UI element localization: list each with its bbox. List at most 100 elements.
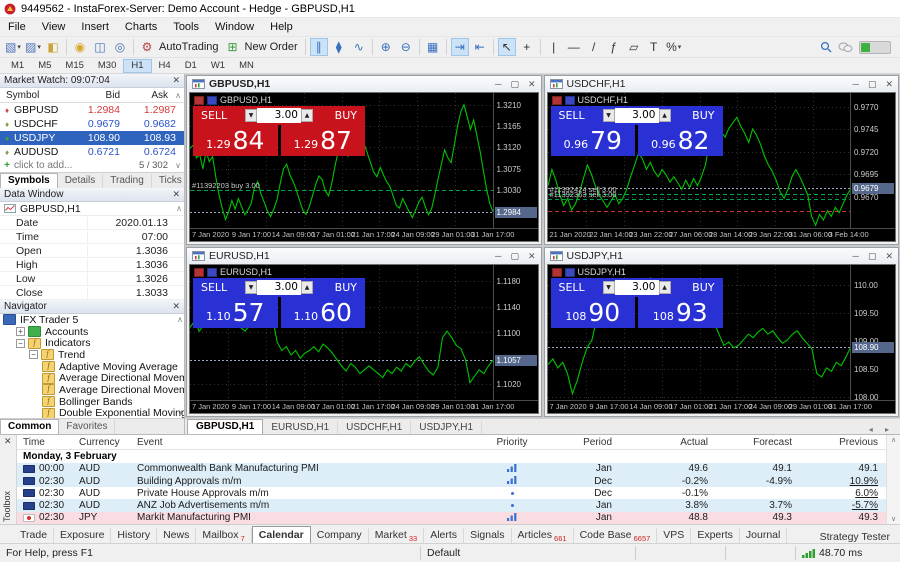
- calendar-event-row[interactable]: 02:30 AUD ANZ Job Advertisements m/m Jan 3.8…: [17, 499, 886, 512]
- new-chart-button[interactable]: ▧ ▾: [4, 38, 22, 56]
- scroll-up-icon[interactable]: ∧: [176, 204, 184, 213]
- chart-window-titlebar[interactable]: USDJPY,H1 ─ ▢ ✕: [544, 248, 898, 264]
- close-icon[interactable]: ✕: [4, 436, 12, 447]
- market-watch-add-row[interactable]: + click to add... 5 / 302 ∨: [0, 159, 184, 172]
- navigator-item-double-exponential-moving-av[interactable]: f Double Exponential Moving Av: [0, 407, 184, 418]
- buy-button[interactable]: BUY: [671, 281, 723, 294]
- chart-plot[interactable]: USDCHF,H1 SELL ▼ 3.00 ▲ BUY 0.96 79 0.96 82 #11392…: [547, 93, 851, 228]
- arrows-button[interactable]: % ▾: [665, 38, 683, 56]
- scroll-up-icon[interactable]: ∧: [172, 91, 184, 100]
- menu-window[interactable]: Window: [207, 20, 262, 34]
- chart-tab-usdchf-h1[interactable]: USDCHF,H1: [338, 421, 412, 434]
- event-previous[interactable]: -5.7%: [792, 500, 886, 511]
- chart-canvas[interactable]: USDCHF,H1 SELL ▼ 3.00 ▲ BUY 0.96 79 0.96 82 #11392…: [546, 92, 896, 242]
- toolbox-tab-experts[interactable]: Experts: [691, 528, 740, 543]
- calendar-event-row[interactable]: 00:00 AUD Commonwealth Bank Manufacturing …: [17, 462, 886, 475]
- toolbox-tab-calendar[interactable]: Calendar: [251, 526, 311, 543]
- toolbox-tab-journal[interactable]: Journal: [740, 528, 788, 543]
- strategy-tester-link[interactable]: Strategy Tester: [820, 531, 900, 543]
- timeframe-m1[interactable]: M1: [4, 59, 31, 72]
- buy-button[interactable]: BUY: [671, 109, 723, 122]
- navigator-item-average-directional-movement[interactable]: f Average Directional Movement: [0, 384, 184, 396]
- tab-scroll-arrows[interactable]: ◂ ▸: [869, 425, 900, 434]
- auto-scroll-button[interactable]: ⇥: [450, 38, 469, 56]
- toolbox-tab-mailbox[interactable]: Mailbox 7: [196, 528, 252, 543]
- line-chart-button[interactable]: ∿: [350, 38, 368, 56]
- fibonacci-button[interactable]: ƒ: [605, 38, 623, 56]
- minimize-icon[interactable]: ─: [495, 251, 501, 261]
- cursor-button[interactable]: ↖: [497, 38, 516, 56]
- toolbox-tab-trade[interactable]: Trade: [14, 528, 55, 543]
- market-watch-row-audusd[interactable]: ♦ AUDUSD 0.6721 0.6724: [0, 145, 184, 159]
- market-watch-tab-trading[interactable]: Trading: [103, 174, 152, 188]
- minimize-icon[interactable]: ─: [853, 251, 859, 261]
- navigator-item-average-directional-movement[interactable]: f Average Directional Movement: [0, 372, 184, 384]
- navigator-tab-favorites[interactable]: Favorites: [59, 420, 116, 434]
- autotrading-button[interactable]: AutoTrading: [159, 41, 219, 53]
- close-icon[interactable]: ✕: [172, 301, 180, 312]
- chart-tab-usdjpy-h1[interactable]: USDJPY,H1: [411, 421, 483, 434]
- chart-window-titlebar[interactable]: GBPUSD,H1 ─ ▢ ✕: [187, 76, 541, 92]
- new-order-icon[interactable]: ⊞: [224, 38, 242, 56]
- volume-increase-button[interactable]: ▲: [301, 109, 313, 122]
- buy-price[interactable]: 0.96 82: [638, 125, 723, 156]
- volume-input[interactable]: 3.00: [257, 280, 301, 295]
- maximize-icon[interactable]: ▢: [868, 251, 877, 262]
- maximize-icon[interactable]: ▢: [868, 79, 877, 90]
- volume-decrease-button[interactable]: ▼: [245, 281, 257, 294]
- chart-shift-button[interactable]: ⇤: [471, 38, 489, 56]
- buy-price[interactable]: 1.10 60: [280, 297, 365, 328]
- timeframe-m15[interactable]: M15: [58, 59, 90, 72]
- event-previous[interactable]: 10.9%: [792, 476, 886, 487]
- close-icon[interactable]: ✕: [528, 79, 536, 90]
- scroll-up-icon[interactable]: ∧: [177, 315, 183, 324]
- data-window-toggle-button[interactable]: ◫: [91, 38, 109, 56]
- timeframe-w1[interactable]: W1: [204, 59, 232, 72]
- sell-price[interactable]: 108 90: [550, 297, 635, 328]
- one-click-collapse-icon[interactable]: [551, 95, 562, 105]
- minimize-icon[interactable]: ─: [495, 79, 501, 89]
- timeframe-h4[interactable]: H4: [152, 59, 178, 72]
- chart-canvas[interactable]: USDJPY,H1 SELL ▼ 3.00 ▲ BUY 108 90 108 93 110.00 10…: [546, 264, 896, 414]
- zoom-in-button[interactable]: ⊕: [377, 38, 395, 56]
- toolbox-tab-signals[interactable]: Signals: [464, 528, 512, 543]
- chart-tab-gbpusd-h1[interactable]: GBPUSD,H1: [187, 419, 264, 434]
- maximize-icon[interactable]: ▢: [510, 251, 519, 262]
- minimize-icon[interactable]: ─: [853, 79, 859, 89]
- chart-plot[interactable]: USDJPY,H1 SELL ▼ 3.00 ▲ BUY 108 90 108 93: [547, 265, 851, 400]
- tree-expand-icon[interactable]: +: [16, 327, 25, 337]
- crosshair-button[interactable]: +: [518, 38, 536, 56]
- graphical-objects-button[interactable]: ▱: [625, 38, 643, 56]
- volume-decrease-button[interactable]: ▼: [602, 281, 615, 294]
- event-previous[interactable]: 6.0%: [792, 488, 886, 499]
- candlestick-chart-button[interactable]: ⧫: [330, 38, 348, 56]
- market-watch-row-usdjpy[interactable]: ♦ USDJPY 108.90 108.93: [0, 131, 184, 145]
- sell-button[interactable]: SELL: [193, 109, 245, 122]
- menu-file[interactable]: File: [0, 20, 34, 34]
- navigator-item-ifx-trader-5[interactable]: IFX Trader 5: [0, 314, 184, 326]
- toolbox-tab-alerts[interactable]: Alerts: [424, 528, 465, 543]
- toolbox-tab-company[interactable]: Company: [311, 528, 369, 543]
- toolbox-tab-articles[interactable]: Articles 661: [512, 528, 574, 543]
- volume-input[interactable]: 3.00: [614, 280, 659, 295]
- maximize-icon[interactable]: ▢: [510, 79, 519, 90]
- scroll-down-icon[interactable]: ∨: [887, 515, 900, 523]
- close-icon[interactable]: ✕: [528, 251, 536, 262]
- calendar-event-row[interactable]: 02:30 AUD Building Approvals m/m Dec -0.2% -4…: [17, 474, 886, 488]
- calendar-event-row[interactable]: 02:30 JPY Markit Manufacturing PMI Jan 48.8 4…: [17, 511, 886, 524]
- chart-window-titlebar[interactable]: USDCHF,H1 ─ ▢ ✕: [544, 76, 898, 92]
- market-watch-row-gbpusd[interactable]: ♦ GBPUSD 1.2984 1.2987: [0, 103, 184, 117]
- toolbox-tab-news[interactable]: News: [157, 528, 197, 543]
- chart-plot[interactable]: EURUSD,H1 SELL ▼ 3.00 ▲ BUY 1.10 57 1.10 60: [190, 265, 493, 400]
- close-icon[interactable]: ✕: [172, 75, 180, 86]
- tree-expand-icon[interactable]: −: [29, 350, 38, 360]
- volume-increase-button[interactable]: ▲: [658, 109, 671, 122]
- chart-canvas[interactable]: EURUSD,H1 SELL ▼ 3.00 ▲ BUY 1.10 57 1.10 60 1.1180…: [189, 264, 539, 414]
- sell-button[interactable]: SELL: [551, 109, 603, 122]
- add-symbol-icon[interactable]: +: [0, 160, 14, 171]
- market-watch-tab-details[interactable]: Details: [58, 174, 104, 188]
- volume-input[interactable]: 3.00: [614, 108, 659, 123]
- calendar-scrollbar[interactable]: ∧ ∨: [886, 435, 900, 524]
- profiles-button[interactable]: ▨ ▾: [24, 38, 42, 56]
- menu-insert[interactable]: Insert: [73, 20, 117, 34]
